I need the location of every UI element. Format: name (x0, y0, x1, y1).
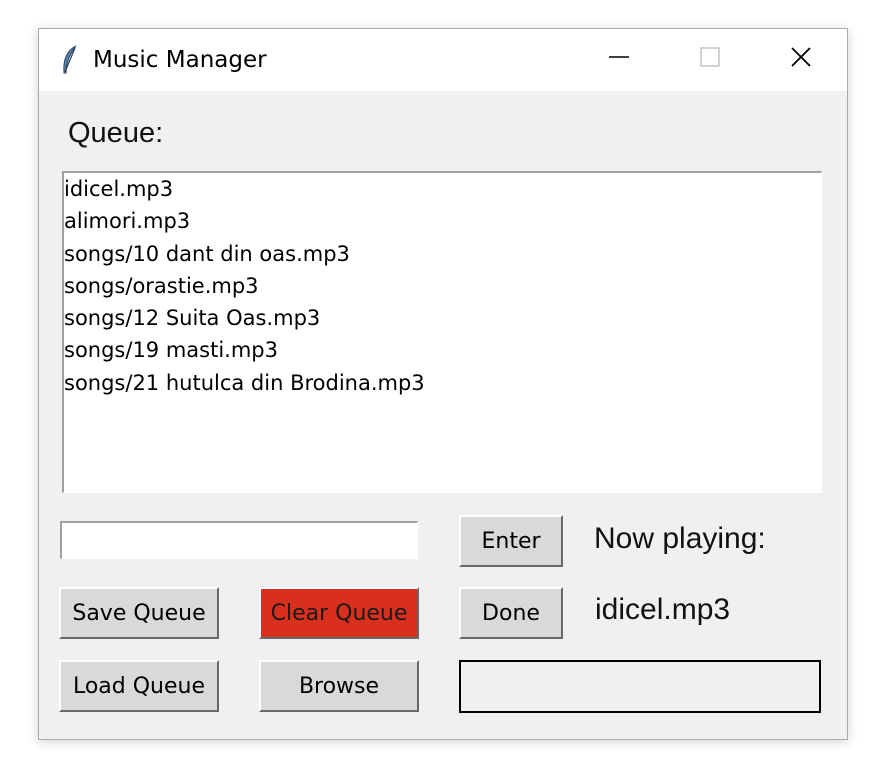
now-playing-label: Now playing: (594, 522, 766, 555)
save-queue-button[interactable]: Save Queue (59, 587, 219, 639)
close-button[interactable] (755, 29, 847, 89)
enter-button[interactable]: Enter (459, 515, 563, 567)
list-item[interactable]: idicel.mp3 (64, 173, 821, 205)
list-item[interactable]: songs/19 masti.mp3 (64, 334, 821, 366)
browse-button[interactable]: Browse (259, 660, 419, 712)
minimize-icon (608, 46, 630, 72)
window-title: Music Manager (93, 47, 267, 73)
queue-label: Queue: (68, 117, 164, 149)
list-item[interactable]: songs/orastie.mp3 (64, 270, 821, 302)
maximize-button[interactable] (664, 29, 756, 89)
clear-queue-button[interactable]: Clear Queue (259, 587, 419, 639)
list-item[interactable]: songs/21 hutulca din Brodina.mp3 (64, 367, 821, 399)
load-queue-button[interactable]: Load Queue (59, 660, 219, 712)
music-manager-window: Music Manager Queue: idicel.mp3 alimori.… (38, 28, 848, 740)
title-bar[interactable]: Music Manager (39, 29, 847, 91)
feather-icon (61, 45, 79, 75)
song-path-input[interactable] (60, 521, 418, 559)
done-button[interactable]: Done (459, 587, 563, 639)
close-icon (790, 46, 812, 72)
list-item[interactable]: songs/12 Suita Oas.mp3 (64, 302, 821, 334)
queue-listbox[interactable]: idicel.mp3 alimori.mp3 songs/10 dant din… (62, 171, 822, 493)
status-box (459, 660, 821, 713)
maximize-icon (699, 46, 721, 72)
minimize-button[interactable] (573, 29, 665, 89)
list-item[interactable]: songs/10 dant din oas.mp3 (64, 238, 821, 270)
list-item[interactable]: alimori.mp3 (64, 205, 821, 237)
now-playing-value: idicel.mp3 (595, 593, 731, 626)
